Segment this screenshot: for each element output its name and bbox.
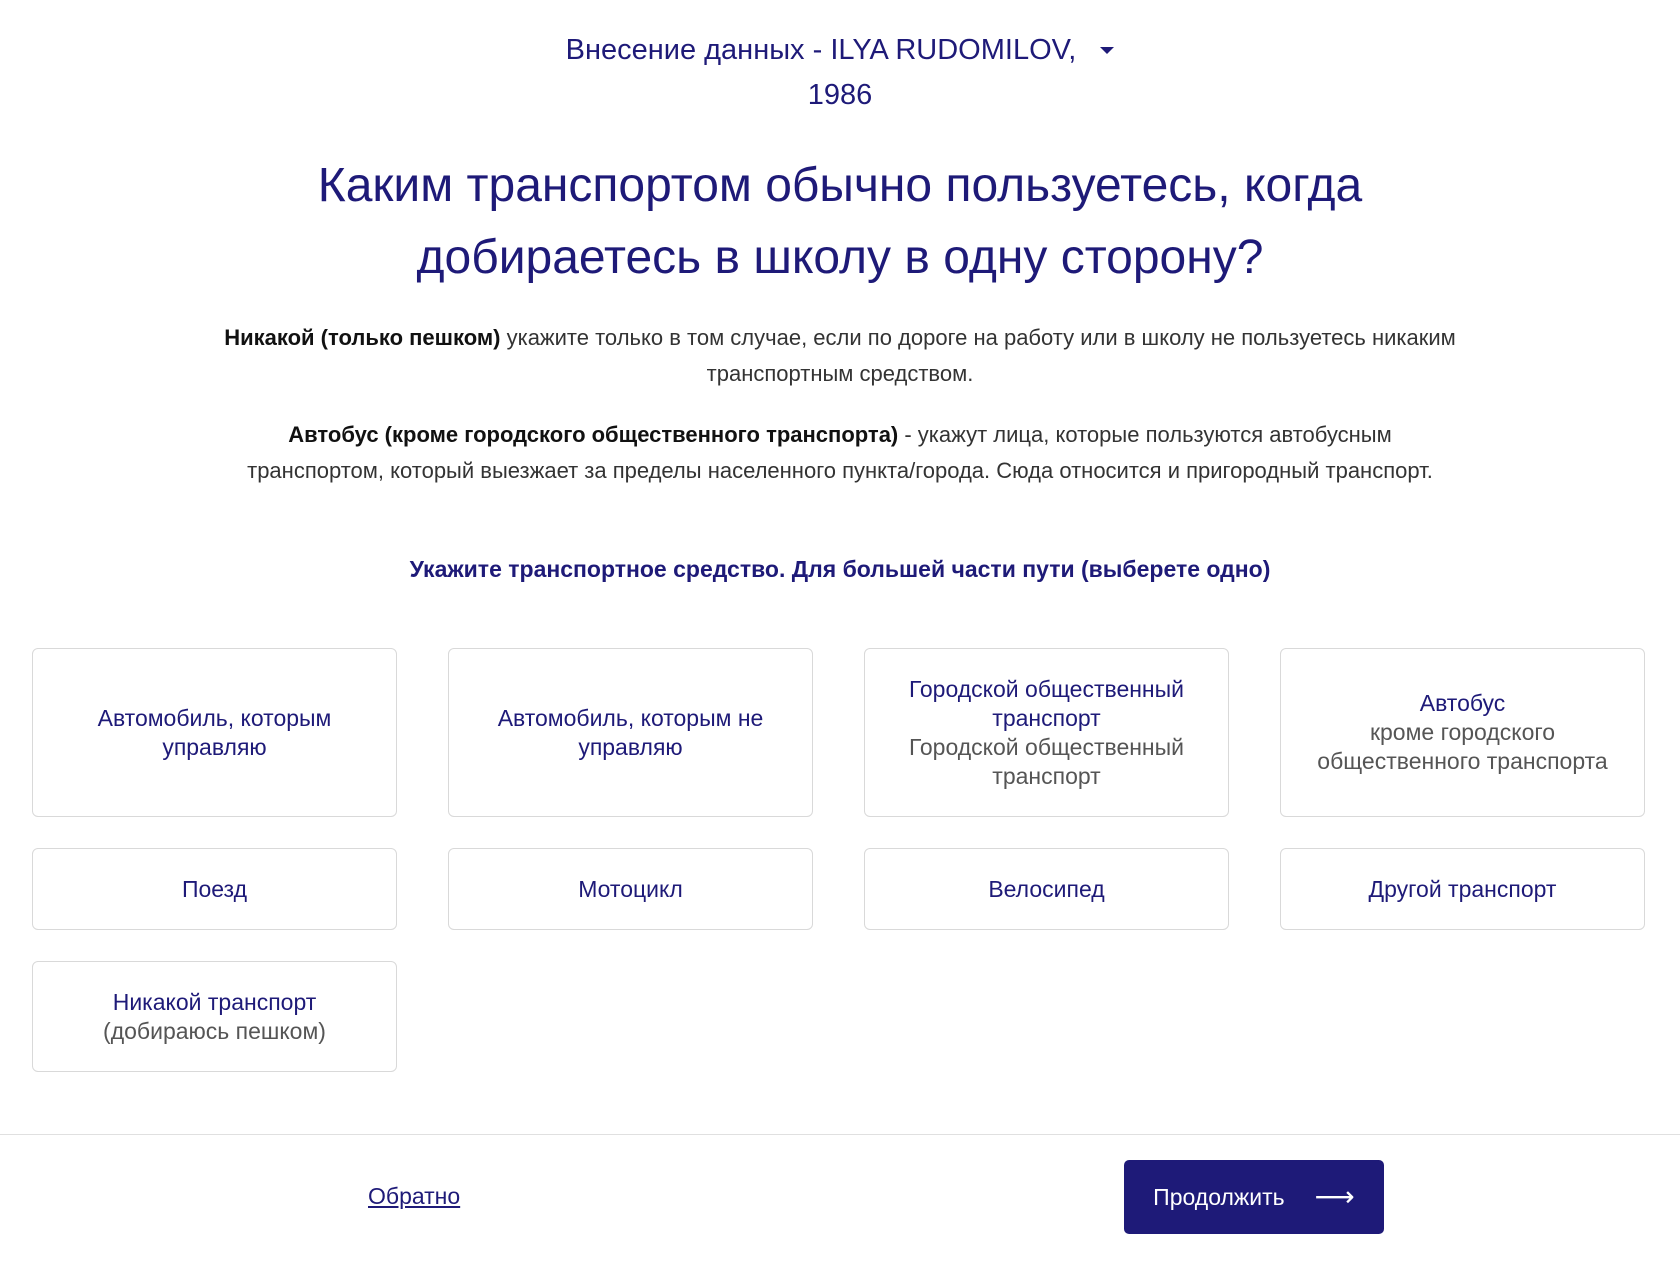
option-bus[interactable]: Автобус кроме городского общественного т… — [1280, 648, 1645, 817]
option-subtitle: кроме городского общественного транспорт… — [1317, 719, 1608, 774]
option-train[interactable]: Поезд — [32, 848, 397, 930]
instruction-text: Укажите транспортное средство. Для больш… — [409, 556, 1271, 582]
question-line-2: добираетесь в школу в одну сторону? — [416, 231, 1264, 284]
option-no-transport[interactable]: Никакой транспорт (добираюсь пешком) — [32, 961, 397, 1072]
continue-button-label: Продолжить — [1153, 1183, 1285, 1210]
option-title: Автомобиль, которым не управляю — [497, 704, 764, 760]
question-line-1: Каким транспортом обычно пользуетесь, ко… — [317, 159, 1363, 212]
continue-button[interactable]: Продолжить ⟶ — [1124, 1160, 1384, 1234]
arrow-right-icon: ⟶ — [1314, 1181, 1355, 1212]
option-title: Городской общественный транспорт — [908, 675, 1185, 731]
option-title: Никакой транспорт — [112, 988, 317, 1015]
option-title: Поезд — [181, 875, 248, 902]
footer-divider — [0, 1134, 1680, 1135]
page-header: Внесение данных - ILYA RUDOMILOV, 1986 — [0, 28, 1680, 118]
note-bus-bold: Автобус (кроме городского общественного … — [288, 422, 899, 447]
back-link[interactable]: Обратно — [368, 1183, 460, 1210]
note-walking-bold: Никакой (только пешком) — [224, 325, 501, 350]
header-subtitle: 1986 — [807, 79, 873, 111]
option-title: Автомобиль, которым управляю — [97, 704, 332, 760]
option-subtitle: (добираюсь пешком) — [103, 1017, 326, 1044]
note-bus: Автобус (кроме городского общественного … — [220, 417, 1460, 489]
note-walking: Никакой (только пешком) укажите только в… — [220, 320, 1460, 392]
option-subtitle: Городской общественный транспорт — [908, 733, 1185, 789]
note-walking-text: укажите только в том случае, если по дор… — [500, 325, 1456, 386]
option-bicycle[interactable]: Велосипед — [864, 848, 1229, 930]
question-title: Каким транспортом обычно пользуетесь, ко… — [240, 150, 1440, 294]
option-car-driver[interactable]: Автомобиль, которым управляю — [32, 648, 397, 817]
option-car-passenger[interactable]: Автомобиль, которым не управляю — [448, 648, 813, 817]
dropdown-caret-icon[interactable] — [1100, 47, 1115, 54]
header-title: Внесение данных - ILYA RUDOMILOV, — [565, 34, 1077, 66]
option-title: Автобус — [1419, 690, 1506, 716]
option-other-transport[interactable]: Другой транспорт — [1280, 848, 1645, 930]
option-title: Велосипед — [988, 875, 1105, 902]
option-public-transport[interactable]: Городской общественный транспорт Городск… — [864, 648, 1229, 817]
header-title-row[interactable]: Внесение данных - ILYA RUDOMILOV, — [566, 28, 1115, 73]
option-title: Мотоцикл — [578, 875, 683, 902]
option-motorcycle[interactable]: Мотоцикл — [448, 848, 813, 930]
option-title: Другой транспорт — [1368, 875, 1557, 902]
